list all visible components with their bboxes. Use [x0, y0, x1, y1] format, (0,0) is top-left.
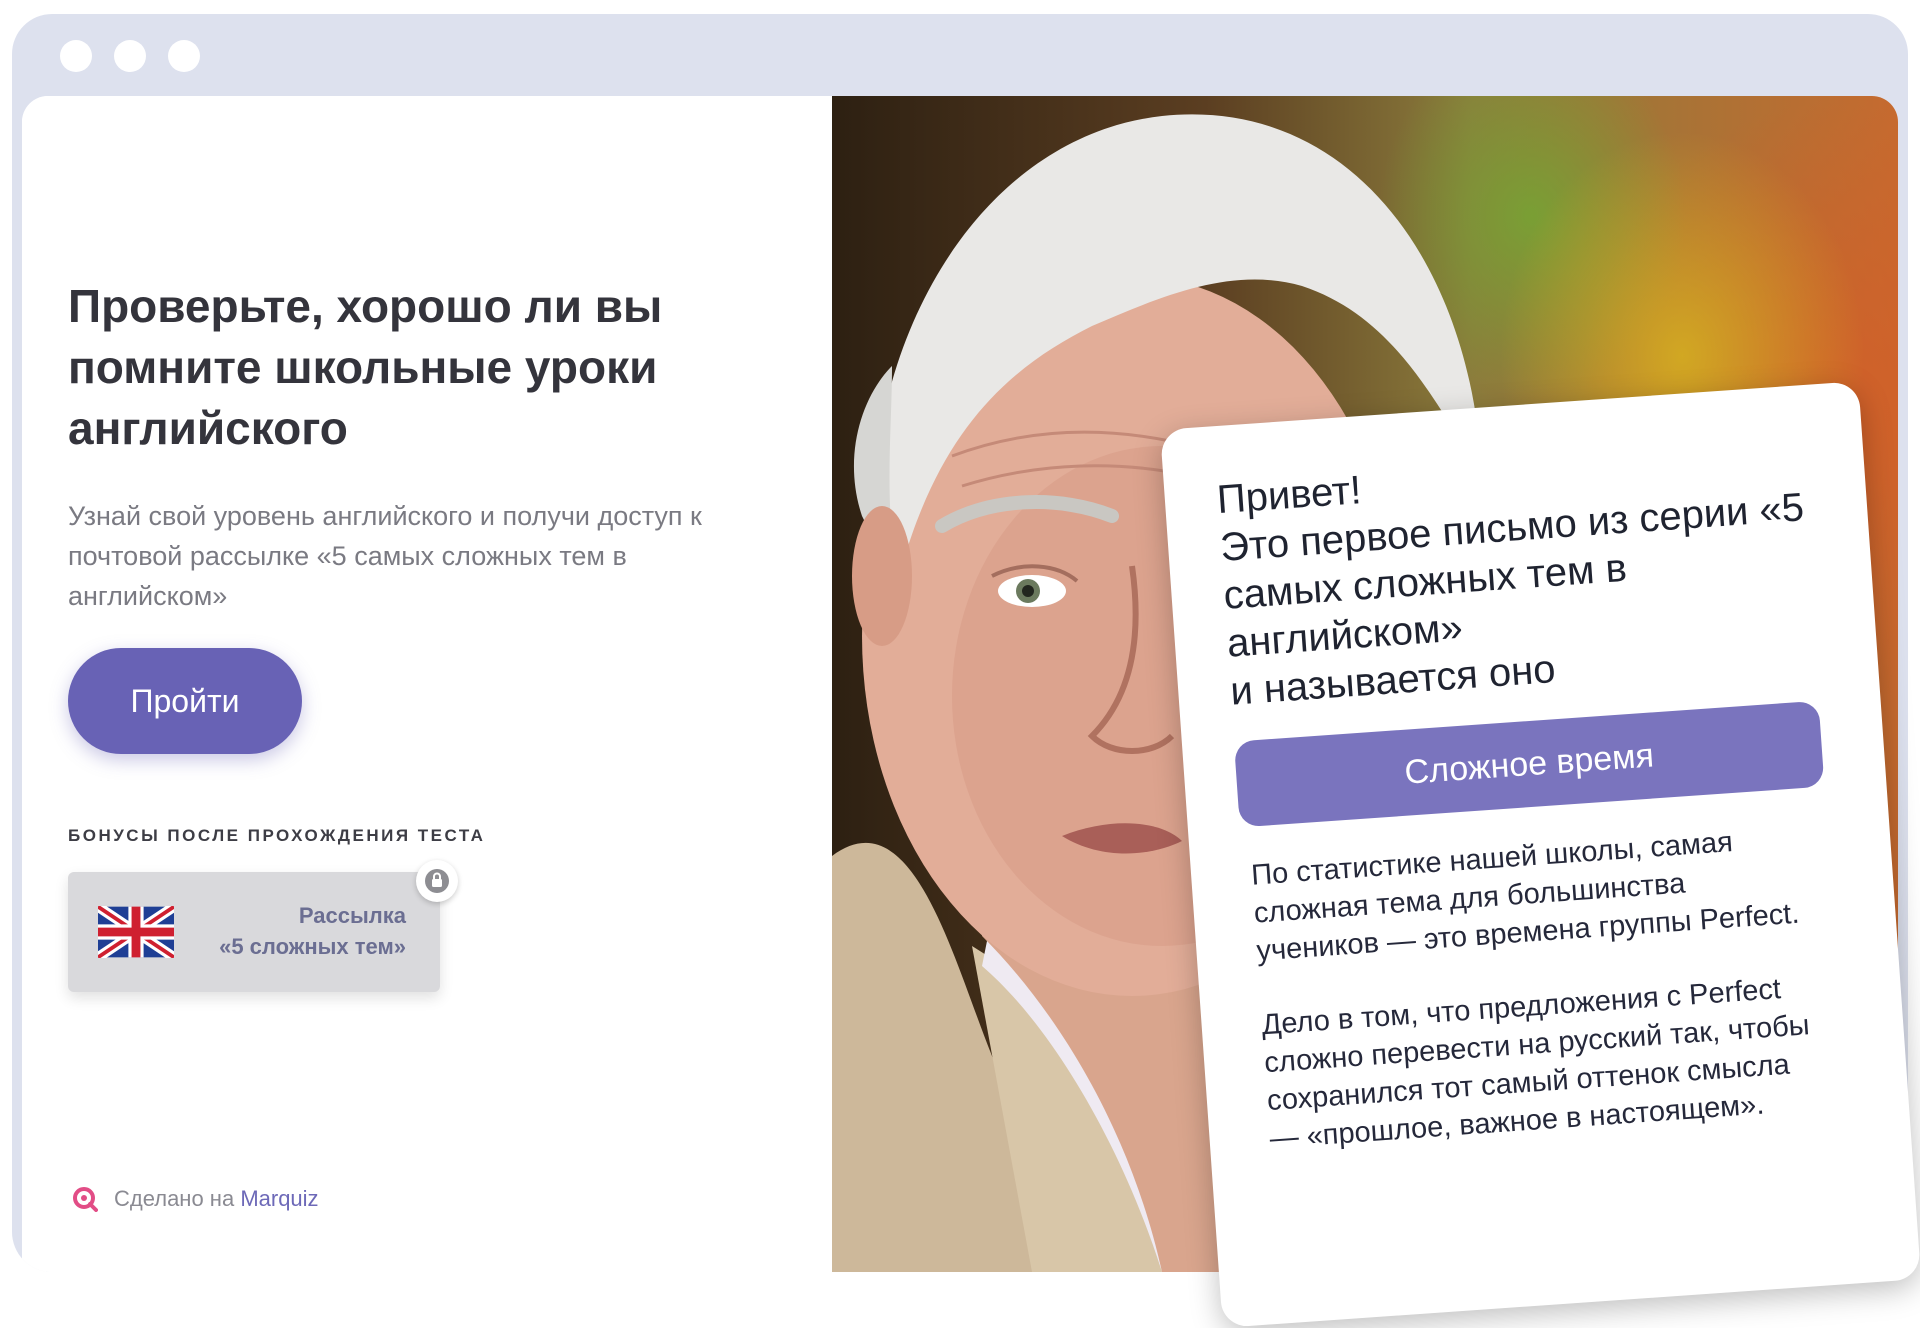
- lock-icon: [416, 860, 458, 902]
- bonus-section-label: БОНУСЫ ПОСЛЕ ПРОХОЖДЕНИЯ ТЕСТА: [68, 826, 486, 845]
- quiz-intro-panel: Проверьте, хорошо ли вы помните школьные…: [22, 96, 832, 1272]
- footer-brand-link[interactable]: Marquiz: [240, 1186, 318, 1211]
- email-preview-card: Привет! Это первое письмо из серии «5 са…: [1160, 381, 1920, 1328]
- uk-flag-icon: [98, 906, 174, 958]
- page-subtitle: Узнай свой уровень английского и получи …: [68, 501, 702, 611]
- email-paragraph: По статистике нашей школы, самая сложная…: [1250, 826, 1801, 968]
- email-heading: Привет! Это первое письмо из серии «5 са…: [1215, 468, 1806, 714]
- window-controls: [60, 40, 200, 72]
- window-dot-icon[interactable]: [60, 40, 92, 72]
- window-dot-icon[interactable]: [168, 40, 200, 72]
- start-quiz-button[interactable]: Пройти: [68, 648, 302, 754]
- page-title: Проверьте, хорошо ли вы помните школьные…: [68, 280, 663, 454]
- made-with-footer[interactable]: Сделано на Marquiz: [72, 1186, 319, 1212]
- email-topic-pill: Сложное время: [1233, 700, 1825, 828]
- bonus-card-text: Рассылка «5 сложных тем»: [219, 900, 406, 962]
- bonus-card: Рассылка «5 сложных тем»: [68, 860, 458, 992]
- bonus-card-line2: «5 сложных тем»: [219, 934, 406, 959]
- email-paragraph: Дело в том, что предложения с Perfect сл…: [1260, 973, 1811, 1156]
- marquiz-logo-icon: [73, 1187, 98, 1212]
- footer-prefix: Сделано на: [114, 1186, 235, 1211]
- bonus-card-line1: Рассылка: [298, 903, 406, 928]
- window-dot-icon[interactable]: [114, 40, 146, 72]
